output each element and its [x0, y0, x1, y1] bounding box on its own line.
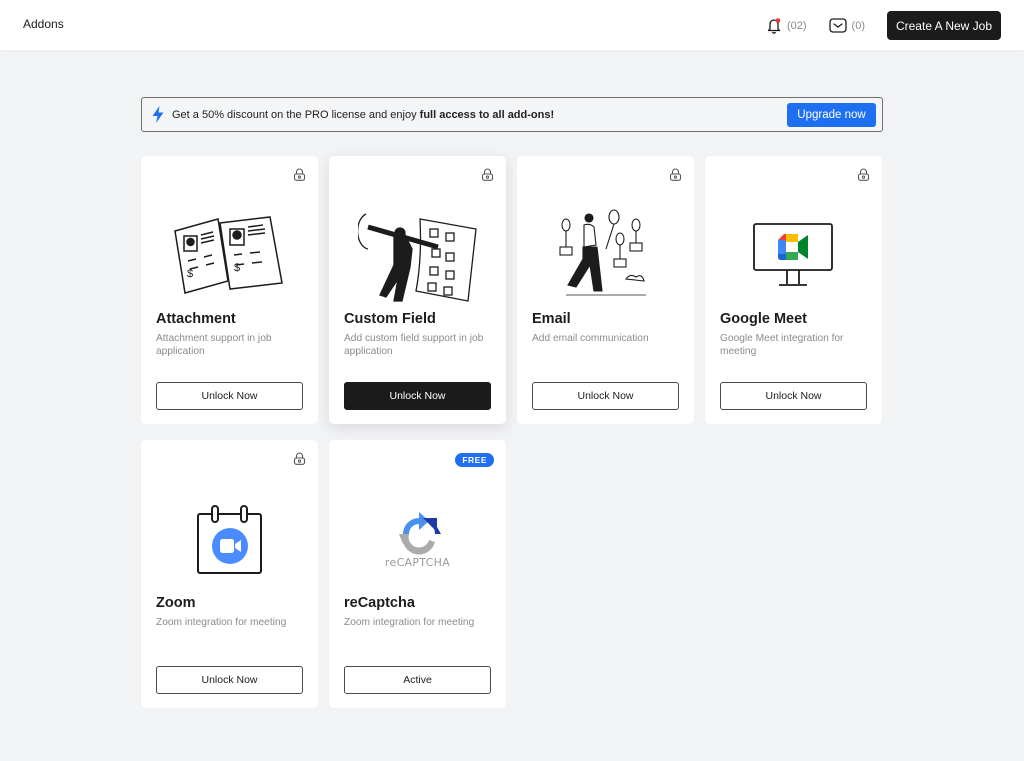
- lock-icon: [481, 168, 494, 186]
- addon-card-custom-field: Custom Field Add custom field support in…: [329, 156, 506, 424]
- upgrade-banner: Get a 50% discount on the PRO license an…: [141, 97, 883, 132]
- addon-description: Zoom integration for meeting: [156, 617, 287, 628]
- addon-description: Google Meet integration for meeting: [720, 333, 844, 357]
- lock-icon: [293, 168, 306, 186]
- addon-description: Add email communication: [532, 333, 649, 344]
- addon-name: Google Meet: [720, 311, 808, 327]
- zoom-logo: [211, 528, 248, 564]
- banner-message-bold: full access to all add-ons!: [419, 108, 555, 121]
- active-button[interactable]: Active: [344, 666, 491, 694]
- messages-button[interactable]: (0): [828, 18, 865, 33]
- notifications-count: (02): [786, 19, 807, 32]
- page-title: Addons: [23, 17, 64, 31]
- svg-text:$: $: [234, 262, 240, 274]
- custom-field-form-illustration: [329, 186, 506, 326]
- top-bar: Addons (02) (0) Create A New Job: [0, 0, 1024, 50]
- addon-description: Attachment support in job application: [156, 333, 272, 357]
- lock-icon: [293, 452, 306, 470]
- unlock-now-button[interactable]: Unlock Now: [156, 666, 303, 694]
- zoom-calendar-illustration: [141, 470, 318, 610]
- free-badge: FREE: [455, 453, 494, 467]
- recaptcha-icon: [398, 511, 441, 554]
- unlock-now-button[interactable]: Unlock Now: [532, 382, 679, 410]
- bell-icon: [767, 18, 781, 34]
- email-balloons-illustration: [517, 186, 694, 326]
- addon-card-google-meet: Google Meet Google Meet integration for …: [705, 156, 882, 424]
- recaptcha-logo-text: reCAPTCHA: [384, 555, 451, 569]
- addon-card-attachment: $ $ Attachment Attachment support in job…: [141, 156, 318, 424]
- unlock-now-button[interactable]: Unlock Now: [720, 382, 867, 410]
- mail-icon: [828, 18, 847, 33]
- addon-description: Add custom field support in job applicat…: [344, 333, 484, 357]
- create-new-job-button[interactable]: Create A New Job: [887, 11, 1001, 40]
- addon-card-email: Email Add email communication Unlock Now: [517, 156, 694, 424]
- addon-card-recaptcha: FREE reCAPTCHA reCaptcha Zoom integratio…: [329, 440, 506, 708]
- resume-documents-illustration: $ $: [141, 186, 318, 326]
- addon-name: Attachment: [156, 311, 236, 327]
- svg-text:$: $: [187, 268, 193, 280]
- messages-count: (0): [851, 19, 865, 32]
- addon-name: reCaptcha: [344, 595, 415, 611]
- unlock-now-button[interactable]: Unlock Now: [344, 382, 491, 410]
- addon-name: Zoom: [156, 595, 196, 611]
- notifications-button[interactable]: (02): [766, 17, 807, 34]
- addon-name: Custom Field: [344, 311, 436, 327]
- addon-card-zoom: Zoom Zoom integration for meeting Unlock…: [141, 440, 318, 708]
- addon-description: Zoom integration for meeting: [344, 617, 475, 628]
- top-actions: (02) (0) Create A New Job: [766, 11, 1001, 40]
- google-meet-monitor-illustration: [705, 186, 882, 326]
- upgrade-now-button[interactable]: Upgrade now: [787, 103, 876, 127]
- addon-name: Email: [532, 311, 571, 327]
- lightning-bolt-icon: [152, 106, 164, 123]
- lock-icon: [857, 168, 870, 186]
- lock-icon: [669, 168, 682, 186]
- banner-message: Get a 50% discount on the PRO license an…: [172, 108, 555, 121]
- recaptcha-logo: reCAPTCHA: [329, 470, 506, 610]
- unlock-now-button[interactable]: Unlock Now: [156, 382, 303, 410]
